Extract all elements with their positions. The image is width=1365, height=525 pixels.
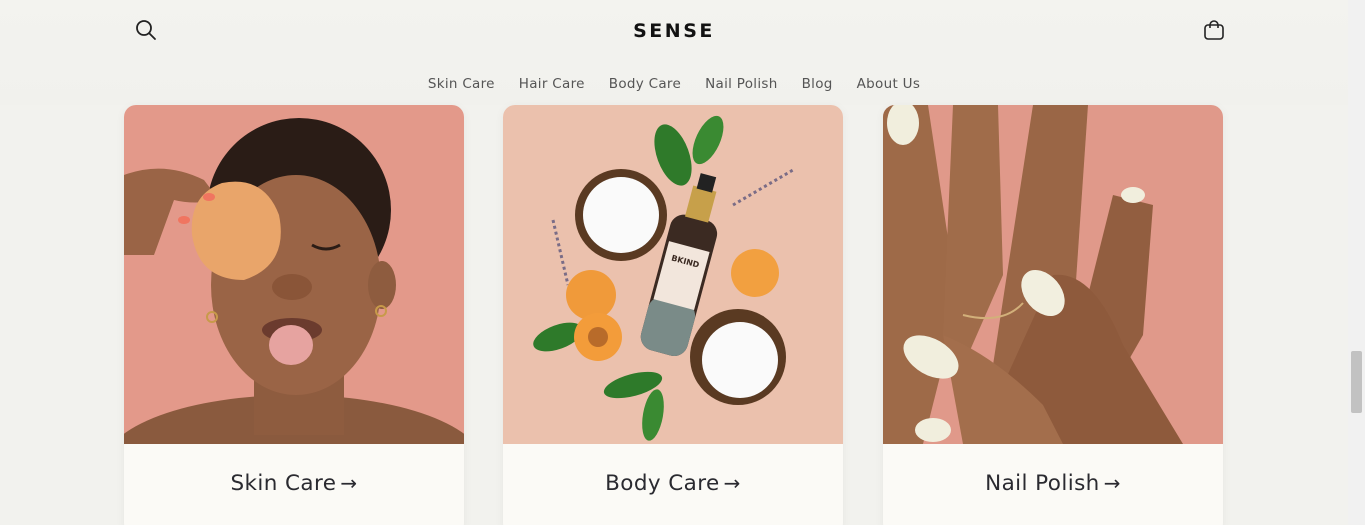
scrollbar-thumb[interactable] [1351, 351, 1362, 413]
arrow-right-icon: → [340, 471, 358, 495]
site-header: SENSE Skin Care Hair Care Body Care Nail… [0, 0, 1348, 105]
collection-card-body-care[interactable]: BKIND Body Care → [503, 105, 843, 525]
skin-care-image [124, 105, 464, 444]
main-nav: Skin Care Hair Care Body Care Nail Polis… [0, 76, 1348, 92]
nav-item-blog[interactable]: Blog [802, 76, 833, 92]
arrow-right-icon: → [723, 471, 741, 495]
collection-title-body-care[interactable]: Body Care → [503, 471, 843, 496]
scrollbar-track[interactable] [1348, 0, 1365, 525]
collection-label: Body Care [605, 471, 720, 496]
nav-item-nail-polish[interactable]: Nail Polish [705, 76, 777, 92]
nav-item-hair-care[interactable]: Hair Care [519, 76, 585, 92]
collection-title-nail-polish[interactable]: Nail Polish → [883, 471, 1223, 496]
collection-card-nail-polish[interactable]: Nail Polish → [883, 105, 1223, 525]
collection-card-skin-care[interactable]: Skin Care → [124, 105, 464, 525]
nav-item-about-us[interactable]: About Us [857, 76, 921, 92]
cart-icon [1203, 19, 1225, 45]
nail-polish-image [883, 105, 1223, 444]
arrow-right-icon: → [1103, 471, 1121, 495]
cart-button[interactable] [1199, 17, 1229, 47]
nav-item-skin-care[interactable]: Skin Care [428, 76, 495, 92]
site-logo[interactable]: SENSE [0, 20, 1348, 42]
nav-item-body-care[interactable]: Body Care [609, 76, 681, 92]
collection-label: Skin Care [230, 471, 337, 496]
collection-label: Nail Polish [985, 471, 1100, 496]
body-care-image: BKIND [503, 105, 843, 444]
collection-title-skin-care[interactable]: Skin Care → [124, 471, 464, 496]
